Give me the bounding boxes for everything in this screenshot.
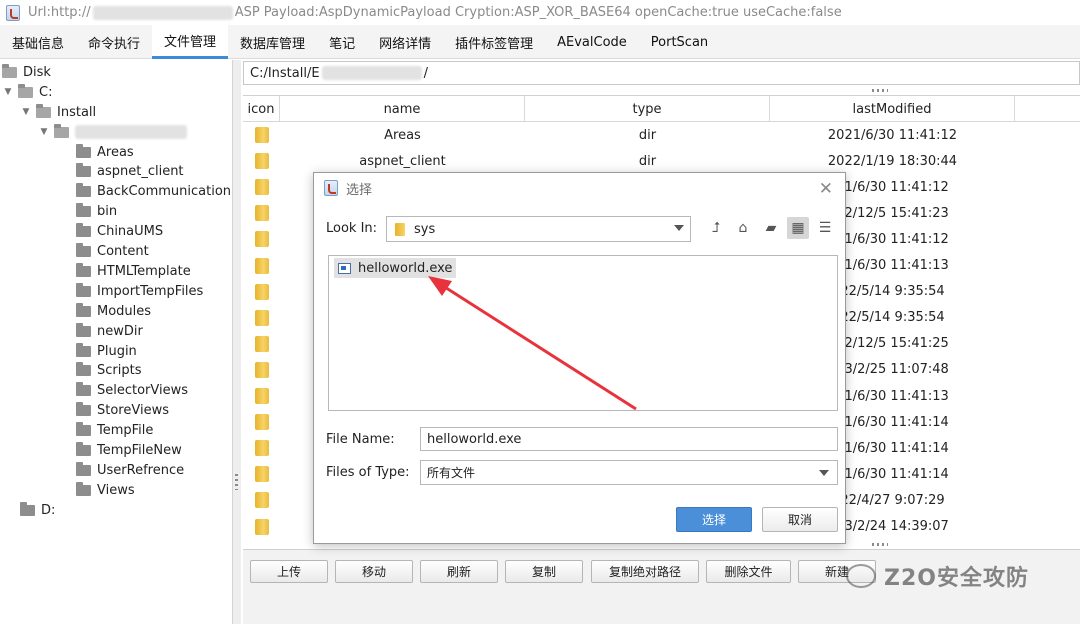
- arrow-shaft: [439, 282, 637, 411]
- annotation-arrow: [428, 276, 637, 411]
- arrow-head: [428, 276, 452, 296]
